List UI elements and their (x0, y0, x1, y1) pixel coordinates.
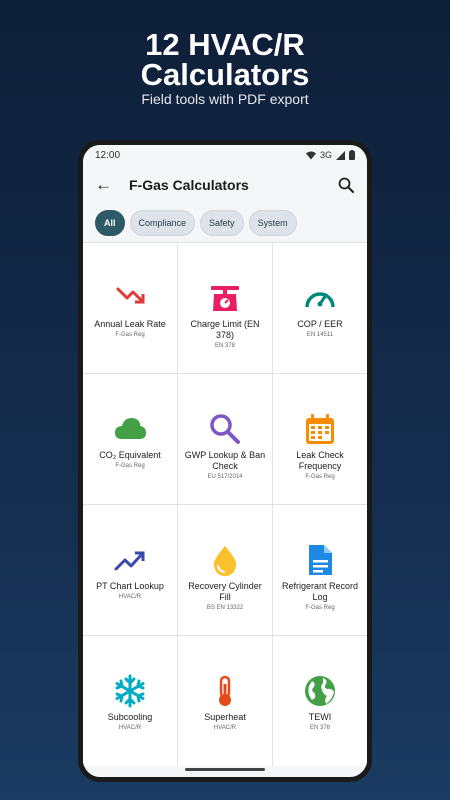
wifi-icon (305, 151, 316, 159)
calculator-standard: F-Gas Reg (115, 463, 145, 469)
chip-system[interactable]: System (248, 210, 297, 236)
calculator-standard: EN 378 (214, 343, 235, 349)
signal-icon (336, 150, 345, 160)
document-icon (309, 545, 332, 575)
calculator-label: Annual Leak Rate (94, 319, 166, 329)
home-indicator (185, 768, 265, 771)
calculator-tile[interactable]: Recovery Cylinder Fill BS EN 13322 (178, 505, 272, 635)
network-type: 3G (319, 150, 332, 160)
calculator-standard: EN 378 (309, 725, 330, 731)
drop-icon (213, 546, 237, 576)
snowflake-icon (115, 674, 145, 708)
calculator-standard: HVAC/R (118, 594, 142, 600)
calculator-label: Subcooling (107, 712, 153, 722)
calculator-tile[interactable]: Leak Check Frequency F-Gas Reg (273, 374, 367, 504)
calculator-tile[interactable]: Subcooling HVAC/R (83, 636, 177, 766)
back-arrow-icon[interactable]: ← (95, 175, 117, 195)
calculator-label: Superheat (204, 712, 246, 722)
chip-compliance[interactable]: Compliance (129, 210, 196, 236)
phone-screen: 12:00 3G ← F-Gas Calculators All Complian… (83, 145, 367, 777)
calculator-standard: HVAC/R (118, 725, 142, 731)
calculator-standard: HVAC/R (213, 725, 237, 731)
search-icon[interactable] (337, 176, 355, 194)
calculator-standard: F-Gas Reg (115, 332, 145, 338)
scale-icon (211, 286, 239, 311)
calculator-label: CO₂ Equivalent (99, 450, 161, 460)
status-icons: 3G (305, 150, 355, 160)
calculator-grid: Annual Leak Rate F-Gas Reg Charge Limit (E… (83, 242, 367, 766)
magnifier-icon (210, 414, 240, 444)
calculator-standard: F-Gas Reg (305, 474, 335, 480)
calculator-label: PT Chart Lookup (96, 581, 164, 591)
battery-icon (349, 150, 355, 160)
calculator-standard: EU 517/2014 (207, 474, 243, 480)
status-bar: 12:00 3G (83, 145, 367, 165)
chip-all[interactable]: All (95, 210, 125, 236)
calculator-standard: EN 14511 (306, 332, 334, 338)
filter-chips: All Compliance Safety System (83, 205, 367, 242)
calculator-tile[interactable]: GWP Lookup & Ban Check EU 517/2014 (178, 374, 272, 504)
calculator-tile[interactable]: COP / EER EN 14511 (273, 243, 367, 373)
trending-down-icon (116, 287, 145, 304)
promo-title: 12 HVAC/R Calculators (0, 27, 450, 92)
phone-frame: 12:00 3G ← F-Gas Calculators All Complian… (78, 140, 372, 782)
calculator-label: GWP Lookup & Ban Check (184, 450, 266, 471)
gauge-icon (305, 292, 335, 308)
calculator-label: TEWI (308, 712, 332, 722)
calculator-tile[interactable]: Superheat HVAC/R (178, 636, 272, 766)
calculator-label: COP / EER (297, 319, 343, 329)
calendar-icon (306, 414, 334, 444)
trending-up-icon (114, 551, 145, 571)
calculator-tile[interactable]: PT Chart Lookup HVAC/R (83, 505, 177, 635)
calculator-tile[interactable]: Charge Limit (EN 378) EN 378 (178, 243, 272, 373)
calculator-tile[interactable]: Refrigerant Record Log F-Gas Reg (273, 505, 367, 635)
promo-subtitle: Field tools with PDF export (141, 91, 309, 107)
calculator-label: Refrigerant Record Log (281, 581, 359, 602)
cloud-icon (115, 418, 146, 439)
calculator-tile[interactable]: Annual Leak Rate F-Gas Reg (83, 243, 177, 373)
promo-title-line2: Calculators (140, 57, 310, 92)
promo-title-line1: 12 HVAC/R (145, 27, 305, 62)
calculator-standard: F-Gas Reg (305, 605, 335, 611)
calculator-tile[interactable]: CO₂ Equivalent F-Gas Reg (83, 374, 177, 504)
app-bar: ← F-Gas Calculators (83, 165, 367, 205)
chip-safety[interactable]: Safety (200, 210, 244, 236)
calculator-label: Leak Check Frequency (296, 450, 344, 471)
thermometer-icon (219, 675, 231, 706)
status-time: 12:00 (95, 149, 121, 161)
calculator-label: Recovery Cylinder Fill (188, 581, 262, 602)
app-title: F-Gas Calculators (129, 177, 249, 193)
calculator-standard: BS EN 13322 (206, 605, 244, 611)
calculator-label: Charge Limit (EN 378) (190, 319, 260, 340)
calculator-tile[interactable]: TEWI EN 378 (273, 636, 367, 766)
globe-icon (305, 676, 335, 706)
